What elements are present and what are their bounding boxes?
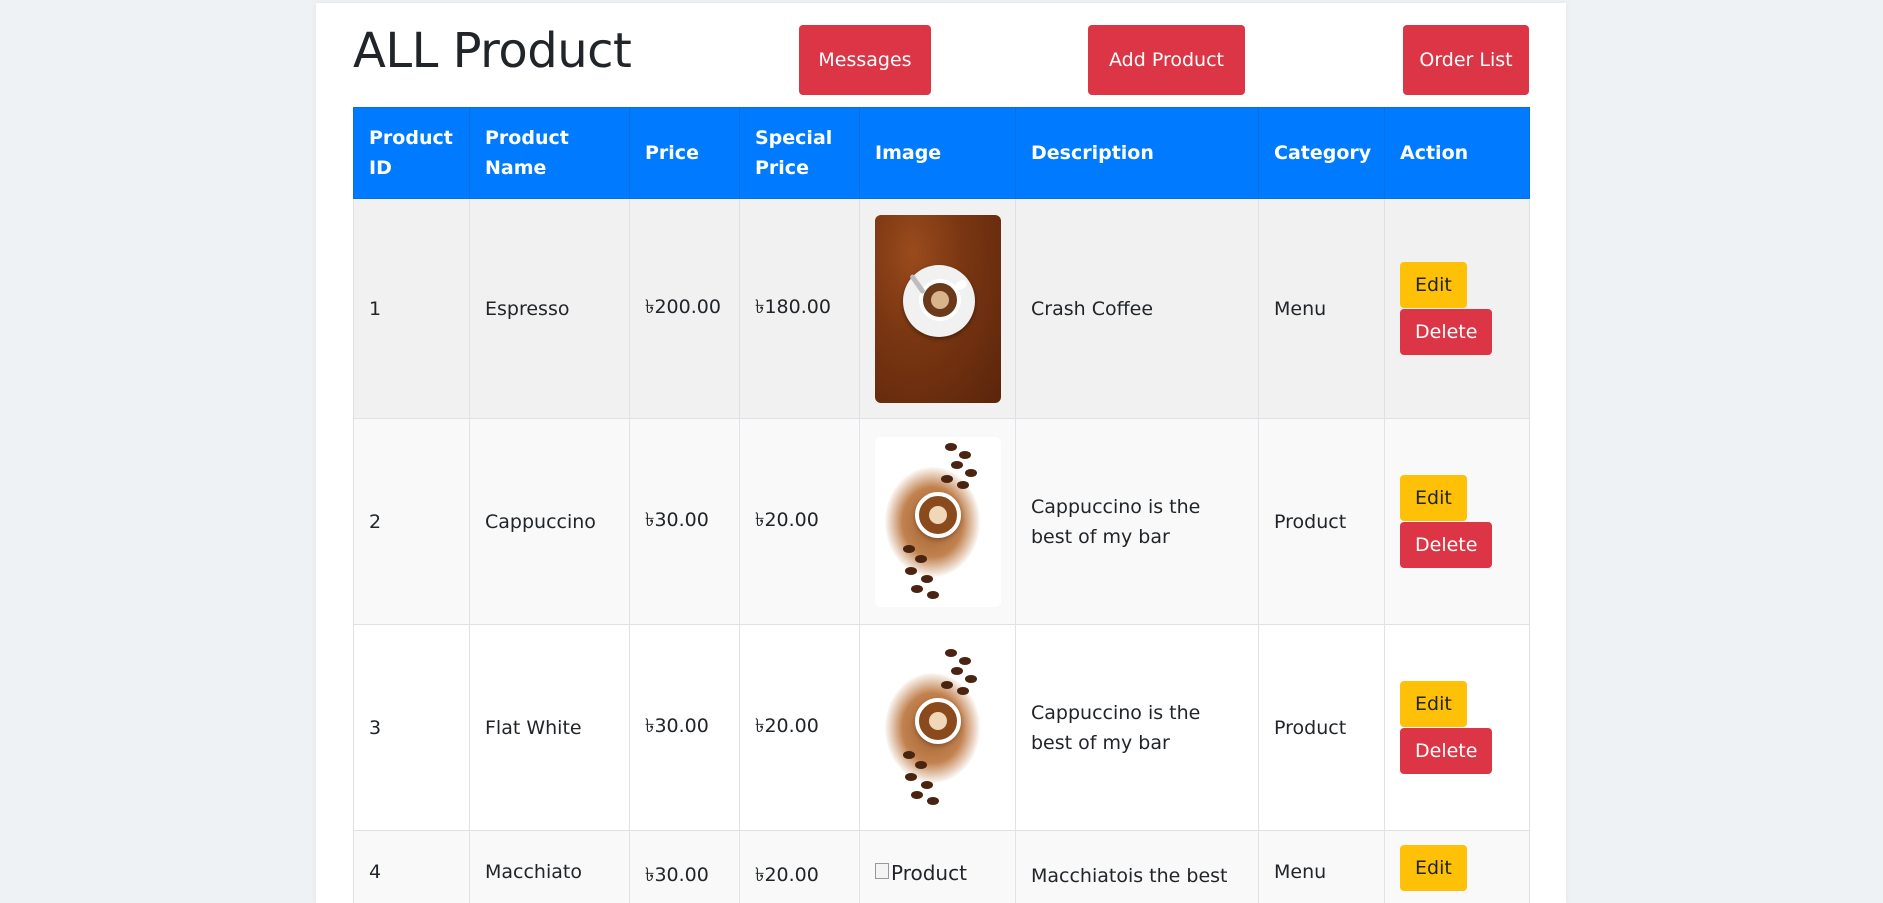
cell-action: Edit Delete [1385, 419, 1530, 625]
table-row: 1 Espresso ৳200.00 ৳180.00 Crash Coffee … [354, 199, 1530, 419]
table-row: 3 Flat White ৳30.00 ৳20.00 [354, 625, 1530, 831]
edit-button[interactable]: Edit [1400, 845, 1467, 891]
cell-category: Product [1259, 625, 1385, 831]
cell-category: Menu [1259, 831, 1385, 903]
cell-special-price: ৳20.00 [740, 625, 860, 831]
col-header-product-name: Product Name [470, 108, 630, 199]
cell-image [860, 625, 1016, 831]
product-image-cappuccino [875, 437, 1001, 607]
cell-price: ৳30.00 [630, 625, 740, 831]
col-header-product-id: Product ID [354, 108, 470, 199]
delete-button[interactable]: Delete [1400, 309, 1492, 355]
col-header-category: Category [1259, 108, 1385, 199]
delete-button[interactable]: Delete [1400, 522, 1492, 568]
cell-description: Crash Coffee [1016, 199, 1259, 419]
cell-price: ৳200.00 [630, 199, 740, 419]
cell-product-id: 1 [354, 199, 470, 419]
col-header-image: Image [860, 108, 1016, 199]
cell-special-price: ৳20.00 [740, 419, 860, 625]
cell-product-name: Cappuccino [470, 419, 630, 625]
table-row: 2 Cappuccino ৳30.00 ৳20.00 [354, 419, 1530, 625]
cell-product-name: Espresso [470, 199, 630, 419]
col-header-action: Action [1385, 108, 1530, 199]
cell-image [860, 419, 1016, 625]
cell-description: Cappuccino is the best of my bar [1016, 419, 1259, 625]
cell-action: Edit Delete [1385, 625, 1530, 831]
cell-description: Macchiatois the best [1016, 831, 1259, 903]
broken-image-icon [875, 863, 889, 879]
col-header-description: Description [1016, 108, 1259, 199]
col-header-price: Price [630, 108, 740, 199]
cell-product-id: 3 [354, 625, 470, 831]
product-image-broken: Product [875, 861, 1000, 885]
cell-category: Product [1259, 419, 1385, 625]
edit-button[interactable]: Edit [1400, 262, 1467, 308]
delete-button[interactable]: Delete [1400, 728, 1492, 774]
cell-price: ৳30.00 [630, 419, 740, 625]
add-product-button[interactable]: Add Product [1088, 25, 1245, 95]
products-table: Product ID Product Name Price Special Pr… [353, 107, 1530, 903]
edit-button[interactable]: Edit [1400, 681, 1467, 727]
cell-price: ৳30.00 [630, 831, 740, 903]
table-header-row: Product ID Product Name Price Special Pr… [354, 108, 1530, 199]
cell-special-price: ৳20.00 [740, 831, 860, 903]
cell-product-name: Flat White [470, 625, 630, 831]
table-row: 4 Macchiato ৳30.00 ৳20.00 Product Macchi… [354, 831, 1530, 903]
cell-description: Cappuccino is the best of my bar [1016, 625, 1259, 831]
col-header-special-price: Special Price [740, 108, 860, 199]
product-image-espresso [875, 215, 1001, 403]
cell-special-price: ৳180.00 [740, 199, 860, 419]
cell-product-id: 4 [354, 831, 470, 903]
cell-product-name: Macchiato [470, 831, 630, 903]
order-list-button[interactable]: Order List [1403, 25, 1529, 95]
page-title: ALL Product [353, 23, 631, 79]
cell-action: Edit Delete [1385, 199, 1530, 419]
edit-button[interactable]: Edit [1400, 475, 1467, 521]
products-card: ALL Product Messages Add Product Order L… [316, 3, 1566, 903]
cell-image: Product [860, 831, 1016, 903]
product-image-flat-white [875, 643, 1001, 813]
cell-category: Menu [1259, 199, 1385, 419]
cell-product-id: 2 [354, 419, 470, 625]
image-alt-text: Product [891, 861, 967, 885]
cell-image [860, 199, 1016, 419]
cell-action: Edit [1385, 831, 1530, 903]
messages-button[interactable]: Messages [799, 25, 931, 95]
